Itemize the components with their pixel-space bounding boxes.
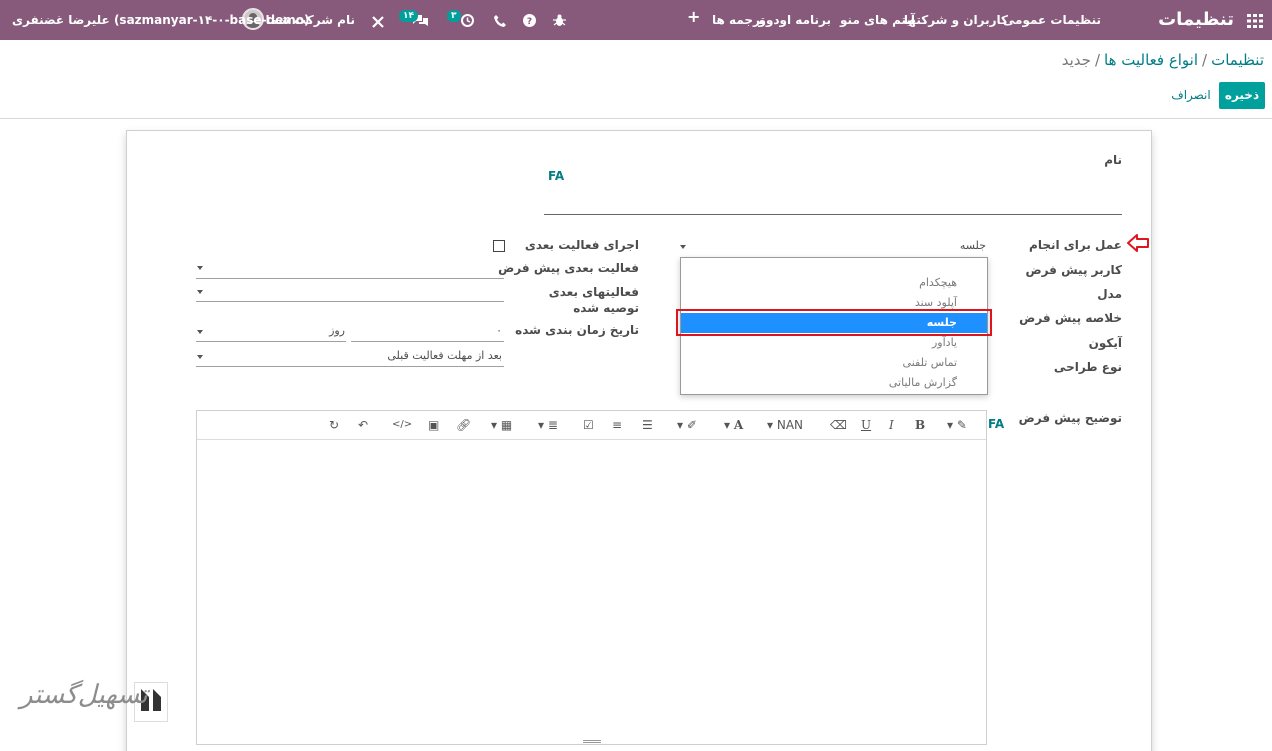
image-icon[interactable]: ▣ <box>428 418 439 432</box>
paragraph-align-icon[interactable]: ▾ ≣ <box>538 418 558 432</box>
dropdown-option-tax-report[interactable]: گزارش مالیاتی <box>681 373 987 393</box>
menu-odoo-apps[interactable]: برنامه اودوو <box>758 12 831 28</box>
user-menu[interactable]: علیرضا غضنفری (sazmanyar-۱۴-۰-base-demo) <box>12 12 309 28</box>
menu-menu-items[interactable]: آیتم های منو <box>840 12 915 28</box>
chevron-down-icon[interactable] <box>197 355 203 359</box>
name-input[interactable] <box>544 214 1122 215</box>
delay-unit-underline <box>196 341 346 342</box>
breadcrumb-settings[interactable]: تنظیمات <box>1211 51 1264 69</box>
delay-from-underline <box>196 366 504 367</box>
bug-icon[interactable] <box>553 12 566 31</box>
discard-button[interactable]: انصراف <box>1170 82 1212 109</box>
delay-count-underline <box>351 341 504 342</box>
breadcrumb-current: جدید <box>1061 51 1091 69</box>
editor-resize-handle[interactable] <box>583 740 601 743</box>
chevron-down-icon[interactable] <box>680 245 686 249</box>
chevron-down-icon[interactable] <box>197 290 203 294</box>
breadcrumb-separator: / <box>1094 51 1100 69</box>
action-label: عمل برای انجام <box>1029 238 1122 252</box>
svg-text:?: ? <box>527 17 532 27</box>
trigger-next-checkbox[interactable] <box>493 240 505 252</box>
link-icon[interactable]: 🔗︎ <box>456 418 471 432</box>
activity-count-badge: ۳ <box>447 10 461 22</box>
menu-general-settings[interactable]: تنظیمات عمومی <box>1003 12 1101 28</box>
breadcrumb: تنظیمات/انواع فعالیت ها/جدید <box>1062 51 1264 69</box>
default-next-input[interactable] <box>196 278 504 279</box>
action-select-value[interactable]: جلسه <box>960 239 986 253</box>
description-editor[interactable] <box>196 410 987 745</box>
arrow-pointer-icon <box>1126 233 1150 257</box>
delay-unit-select[interactable]: روز <box>329 324 345 338</box>
apps-menu-icon[interactable] <box>1247 13 1263 28</box>
unordered-list-icon[interactable]: ☰ <box>642 418 653 432</box>
redo-icon[interactable]: ↻ <box>329 418 339 432</box>
name-label: نام <box>1104 153 1122 167</box>
font-size-value: NAN <box>776 418 804 432</box>
default-next-label: فعالیت بعدی پیش فرض <box>498 261 639 275</box>
paint-brush-icon[interactable]: ▾ ✐ <box>677 418 697 432</box>
dropdown-option-reminder[interactable]: یادآور <box>681 333 987 353</box>
plus-icon[interactable]: + <box>687 9 700 25</box>
font-size-select[interactable]: ▾ NAN <box>767 418 803 432</box>
phone-icon[interactable] <box>494 12 506 31</box>
code-view-icon[interactable]: </> <box>392 418 412 432</box>
recommended-label: فعالیتهای بعدی توصیه شده <box>548 285 639 315</box>
summary-label: خلاصه پیش فرض <box>1019 311 1122 325</box>
icon-label: آیکون <box>1088 336 1122 350</box>
model-label: مدل <box>1097 287 1122 301</box>
menu-users-companies[interactable]: کاربران و شرکتها <box>904 12 1008 28</box>
description-lang-button[interactable]: FA <box>988 417 1004 431</box>
breadcrumb-separator: / <box>1202 51 1208 69</box>
tools-icon[interactable] <box>372 13 384 32</box>
app-title[interactable]: تنظیمات <box>1158 9 1234 31</box>
trigger-next-label: اجرای فعالیت بعدی <box>524 238 639 252</box>
font-color-icon[interactable]: ▾ A <box>724 418 743 432</box>
underline-icon[interactable]: U <box>861 418 871 432</box>
italic-icon[interactable]: I <box>889 418 894 432</box>
editor-toolbar: ▾ ✎ B I U ⌫ ▾ NAN ▾ A ▾ ✐ ☰ ≡ ☑ ▾ ≣ ▾ ▦ … <box>197 411 986 440</box>
magic-wand-icon[interactable]: ▾ ✎ <box>947 418 967 432</box>
bold-icon[interactable]: B <box>915 418 925 432</box>
name-lang-button[interactable]: FA <box>548 169 564 183</box>
save-button[interactable]: ذخیره <box>1219 82 1265 109</box>
chevron-down-icon[interactable] <box>197 330 203 334</box>
delay-from-select[interactable]: بعد از مهلت فعالیت قبلی <box>387 349 502 363</box>
help-icon[interactable]: ? <box>523 12 536 31</box>
eraser-icon[interactable]: ⌫ <box>830 418 847 432</box>
undo-icon[interactable]: ↶ <box>358 418 368 432</box>
checklist-icon[interactable]: ☑ <box>583 418 594 432</box>
chevron-down-icon[interactable] <box>197 266 203 270</box>
menu-translations[interactable]: ترجمه ها <box>712 12 765 28</box>
recommended-input[interactable] <box>196 301 504 302</box>
description-label: توضیح پیش فرض <box>1018 411 1122 425</box>
schedule-label: تاریخ زمان بندی شده <box>515 323 639 337</box>
dropdown-option-none[interactable]: هیچکدام <box>681 273 987 293</box>
control-panel-divider <box>0 118 1272 119</box>
watermark-text: تسهیل‌گستر <box>20 680 148 710</box>
default-user-label: کاربر پیش فرض <box>1025 263 1122 277</box>
dropdown-option-phonecall[interactable]: تماس تلفنی <box>681 353 987 373</box>
ordered-list-icon[interactable]: ≡ <box>612 418 622 432</box>
message-count-badge: ۱۴ <box>399 10 418 22</box>
activity-clock-icon[interactable] <box>461 12 474 31</box>
table-icon[interactable]: ▾ ▦ <box>491 418 512 432</box>
delay-count-input[interactable]: ۰ <box>496 324 502 338</box>
decoration-label: نوع طراحی <box>1053 360 1122 374</box>
top-navbar: تنظیمات تنظیمات عمومی کاربران و شرکتها آ… <box>0 0 1272 40</box>
highlight-box <box>676 309 992 336</box>
breadcrumb-activity-types[interactable]: انواع فعالیت ها <box>1104 51 1198 69</box>
